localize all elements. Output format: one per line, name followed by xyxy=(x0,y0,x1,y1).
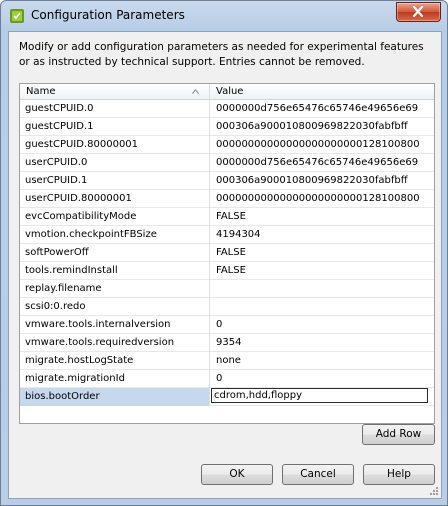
description-text: Modify or add configuration parameters a… xyxy=(19,41,424,68)
window-title: Configuration Parameters xyxy=(31,8,185,22)
param-value[interactable]: 0 xyxy=(210,370,434,388)
table-row[interactable]: migrate.hostLogState none xyxy=(20,352,434,370)
configuration-parameters-dialog: Configuration Parameters Modify or add c… xyxy=(0,0,448,506)
table-row[interactable]: evcCompatibilityMode FALSE xyxy=(20,208,434,226)
param-name[interactable]: replay.filename xyxy=(20,280,210,298)
param-value[interactable]: 00000000000000000000000128100800 xyxy=(210,190,434,208)
param-name[interactable]: bios.bootOrder xyxy=(20,388,210,406)
param-value[interactable]: 4194304 xyxy=(210,226,434,244)
param-name[interactable]: guestCPUID.80000001 xyxy=(20,136,210,154)
param-name[interactable]: vmotion.checkpointFBSize xyxy=(20,226,210,244)
parameters-table: Name Value guestCPUID.0 0000000d756e6547… xyxy=(19,83,435,424)
table-row[interactable]: guestCPUID.0 0000000d756e65476c65746e496… xyxy=(20,100,434,118)
table-body: guestCPUID.0 0000000d756e65476c65746e496… xyxy=(20,100,434,406)
table-row[interactable]: vmotion.checkpointFBSize 4194304 xyxy=(20,226,434,244)
table-row[interactable]: guestCPUID.80000001 00000000000000000000… xyxy=(20,136,434,154)
cancel-button[interactable]: Cancel xyxy=(282,464,354,485)
param-value[interactable]: FALSE xyxy=(210,244,434,262)
sort-ascending-icon xyxy=(192,89,199,94)
table-row[interactable]: guestCPUID.1 000306a900010800969822030fa… xyxy=(20,118,434,136)
param-value-input[interactable] xyxy=(211,388,428,403)
param-value[interactable]: 000306a900010800969822030fabfbff xyxy=(210,172,434,190)
param-value[interactable]: 0 xyxy=(210,316,434,334)
help-button[interactable]: Help xyxy=(363,464,435,485)
param-name[interactable]: migrate.migrationId xyxy=(20,370,210,388)
param-value-editor xyxy=(210,388,434,406)
table-row[interactable]: vmware.tools.requiredversion 9354 xyxy=(20,334,434,352)
param-value[interactable]: 0000000d756e65476c65746e49656e69 xyxy=(210,154,434,172)
column-header-value-label: Value xyxy=(216,86,244,97)
table-row[interactable]: userCPUID.1 000306a900010800969822030fab… xyxy=(20,172,434,190)
param-value[interactable]: none xyxy=(210,352,434,370)
ok-button[interactable]: OK xyxy=(201,464,273,485)
param-name[interactable]: userCPUID.80000001 xyxy=(20,190,210,208)
table-row[interactable]: userCPUID.80000001 000000000000000000000… xyxy=(20,190,434,208)
param-value[interactable] xyxy=(210,280,434,298)
param-name[interactable]: evcCompatibilityMode xyxy=(20,208,210,226)
dialog-content: Modify or add configuration parameters a… xyxy=(8,31,442,499)
param-name[interactable]: migrate.hostLogState xyxy=(20,352,210,370)
param-name[interactable]: vmware.tools.requiredversion xyxy=(20,334,210,352)
param-value[interactable] xyxy=(210,298,434,316)
add-row-button[interactable]: Add Row xyxy=(362,424,435,445)
table-row[interactable]: userCPUID.0 0000000d756e65476c65746e4965… xyxy=(20,154,434,172)
table-row[interactable]: softPowerOff FALSE xyxy=(20,244,434,262)
table-header: Name Value xyxy=(20,84,434,100)
param-value[interactable]: 0000000d756e65476c65746e49656e69 xyxy=(210,100,434,118)
param-name[interactable]: guestCPUID.1 xyxy=(20,118,210,136)
param-value[interactable]: 000306a900010800969822030fabfbff xyxy=(210,118,434,136)
table-row[interactable]: replay.filename xyxy=(20,280,434,298)
table-row[interactable]: migrate.migrationId 0 xyxy=(20,370,434,388)
column-header-name-label: Name xyxy=(26,86,56,97)
table-row[interactable]: scsi0:0.redo xyxy=(20,298,434,316)
table-row[interactable]: tools.remindInstall FALSE xyxy=(20,262,434,280)
table-row[interactable]: vmware.tools.internalversion 0 xyxy=(20,316,434,334)
close-icon xyxy=(412,6,424,17)
resize-grip-icon[interactable] xyxy=(429,486,439,496)
param-name[interactable]: vmware.tools.internalversion xyxy=(20,316,210,334)
param-name[interactable]: tools.remindInstall xyxy=(20,262,210,280)
param-value[interactable]: 9354 xyxy=(210,334,434,352)
param-name[interactable]: scsi0:0.redo xyxy=(20,298,210,316)
param-name[interactable]: softPowerOff xyxy=(20,244,210,262)
param-name[interactable]: userCPUID.0 xyxy=(20,154,210,172)
column-header-name[interactable]: Name xyxy=(20,84,210,99)
param-name[interactable]: userCPUID.1 xyxy=(20,172,210,190)
vsphere-config-icon xyxy=(9,8,25,24)
close-button[interactable] xyxy=(396,2,441,22)
column-header-value[interactable]: Value xyxy=(210,84,434,99)
title-bar[interactable]: Configuration Parameters xyxy=(1,1,447,31)
table-row-selected[interactable]: bios.bootOrder xyxy=(20,388,434,406)
param-value[interactable]: 00000000000000000000000128100800 xyxy=(210,136,434,154)
param-value[interactable]: FALSE xyxy=(210,208,434,226)
param-value[interactable]: FALSE xyxy=(210,262,434,280)
param-name[interactable]: guestCPUID.0 xyxy=(20,100,210,118)
